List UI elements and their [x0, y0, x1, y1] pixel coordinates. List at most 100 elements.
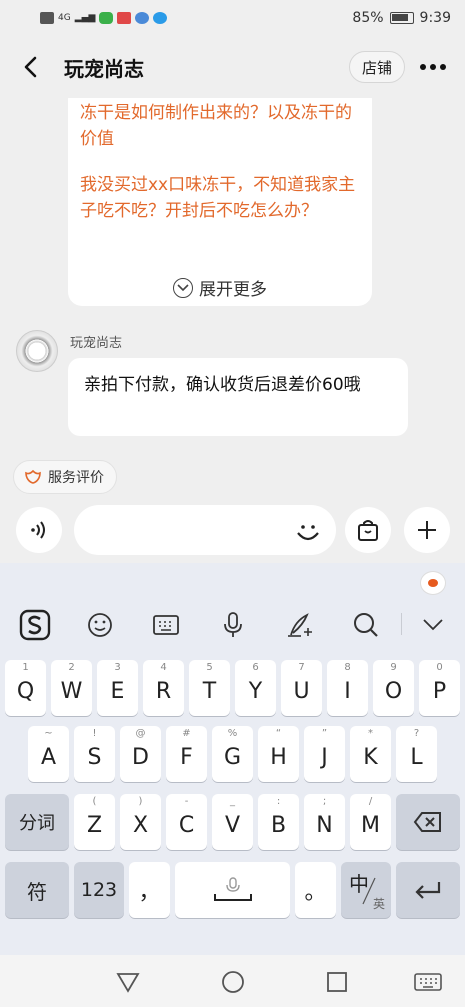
more-dot-icon	[440, 64, 446, 70]
sogou-logo-icon[interactable]	[15, 605, 55, 645]
number-key[interactable]: 123	[74, 862, 124, 918]
key-hint: “	[275, 728, 282, 739]
shopping-bag-icon	[358, 520, 378, 541]
shop-avatar[interactable]	[16, 330, 58, 372]
service-eval-button[interactable]: 服务评价	[13, 460, 117, 494]
key-hint: 5	[206, 662, 213, 673]
expand-more-label: 展开更多	[199, 280, 267, 300]
square-recents-icon	[327, 972, 347, 992]
key-label: Y	[248, 678, 263, 704]
key-r[interactable]: 4R	[143, 660, 184, 716]
key-d[interactable]: @ D	[120, 726, 161, 782]
key-hint: @	[135, 728, 146, 739]
key-c[interactable]: -C	[166, 794, 207, 850]
key-a[interactable]: ~ A	[28, 726, 69, 782]
plus-icon	[418, 521, 436, 539]
emoji-button[interactable]	[292, 516, 324, 548]
split-key[interactable]: 分词	[5, 794, 69, 850]
keyboard-mascot-icon[interactable]	[420, 571, 446, 595]
input-row	[0, 500, 465, 562]
back-button[interactable]	[6, 42, 56, 92]
enter-key[interactable]	[396, 862, 460, 918]
key-hint: !	[92, 728, 97, 739]
key-o[interactable]: 9O	[373, 660, 414, 716]
key-g[interactable]: % G	[212, 726, 253, 782]
key-hint: 9	[390, 662, 397, 673]
voice-button[interactable]	[16, 507, 62, 553]
chat-area[interactable]: 冻干是如何制作出来的？以及冻干的价值 我没买过xx口味冻干，不知道我家主子吃不吃…	[0, 98, 465, 450]
key-hint: 0	[436, 662, 443, 673]
key-t[interactable]: 5T	[189, 660, 230, 716]
key-u[interactable]: 7U	[281, 660, 322, 716]
comma-key[interactable]: ，	[129, 862, 170, 918]
shop-button[interactable]: 店铺	[348, 51, 405, 83]
message-bubble[interactable]: 亲拍下付款，确认收货后退差价60哦	[68, 358, 408, 436]
key-label: L	[410, 744, 423, 770]
key-q[interactable]: 1Q	[5, 660, 46, 716]
key-x[interactable]: ) X	[120, 794, 161, 850]
key-label: W	[60, 678, 83, 704]
key-s[interactable]: ! S	[74, 726, 115, 782]
search-icon[interactable]	[346, 605, 386, 645]
symbol-key[interactable]: 符	[5, 862, 69, 918]
product-button[interactable]	[345, 507, 391, 553]
language-key[interactable]: 中 英	[341, 862, 391, 918]
key-label: Q	[16, 678, 35, 704]
app-icon-blue	[135, 12, 150, 24]
system-nav-bar	[0, 955, 465, 1007]
key-hint: (	[92, 796, 97, 807]
key-y[interactable]: 6Y	[235, 660, 276, 716]
expand-more-button[interactable]: 展开更多	[68, 275, 372, 300]
key-hint: ”	[321, 728, 328, 739]
key-i[interactable]: 8I	[327, 660, 368, 716]
key-l[interactable]: ? L	[396, 726, 437, 782]
key-hint: 8	[344, 662, 351, 673]
key-hint: )	[138, 796, 143, 807]
key-f[interactable]: # F	[166, 726, 207, 782]
plus-button[interactable]	[404, 507, 450, 553]
handwriting-icon[interactable]	[280, 605, 320, 645]
keyboard-nav-button[interactable]	[410, 967, 446, 997]
chevron-down-icon	[173, 277, 193, 298]
more-dot-icon	[420, 64, 426, 70]
status-icons: 4G ▂▄▆	[40, 12, 168, 24]
faq-question[interactable]: 我没买过xx口味冻干，不知道我家主子吃不吃？开封后不吃怎么办？	[80, 172, 360, 224]
keyboard-icon	[414, 973, 442, 991]
key-e[interactable]: 3E	[97, 660, 138, 716]
key-b[interactable]: :B	[258, 794, 299, 850]
key-p[interactable]: 0P	[419, 660, 460, 716]
key-v[interactable]: _ V	[212, 794, 253, 850]
back-nav-button[interactable]	[113, 967, 143, 997]
key-n[interactable]: ; N	[304, 794, 345, 850]
key-w[interactable]: 2W	[51, 660, 92, 716]
key-j[interactable]: ” J	[304, 726, 345, 782]
key-hint: 2	[68, 662, 75, 673]
key-h[interactable]: “H	[258, 726, 299, 782]
backspace-key[interactable]	[396, 794, 460, 850]
home-nav-button[interactable]	[218, 967, 248, 997]
app-icon-green	[99, 12, 114, 24]
key-label: P	[432, 678, 447, 704]
microphone-icon[interactable]	[213, 605, 253, 645]
circle-home-icon	[222, 971, 244, 993]
key-label: F	[180, 744, 193, 770]
more-button[interactable]	[405, 47, 461, 87]
collapse-keyboard-icon[interactable]	[413, 605, 453, 645]
more-dot-icon	[430, 64, 436, 70]
service-eval-label: 服务评价	[48, 470, 104, 486]
key-hint: ~	[44, 728, 53, 739]
keyboard-switch-icon[interactable]	[146, 605, 186, 645]
sender-name: 玩宠尚志	[70, 336, 123, 351]
key-z[interactable]: (Z	[74, 794, 115, 850]
key-label: V	[224, 812, 241, 838]
key-label: J	[321, 744, 328, 770]
key-label: M	[361, 812, 380, 838]
faq-question[interactable]: 冻干是如何制作出来的？以及冻干的价值	[80, 100, 360, 152]
period-key[interactable]: 。	[295, 862, 336, 918]
recents-nav-button[interactable]	[322, 967, 352, 997]
key-k[interactable]: * K	[350, 726, 391, 782]
battery-percent: 85%	[352, 10, 384, 26]
key-m[interactable]: / M	[350, 794, 391, 850]
space-key[interactable]	[175, 862, 290, 918]
emoji-panel-icon[interactable]	[80, 605, 120, 645]
